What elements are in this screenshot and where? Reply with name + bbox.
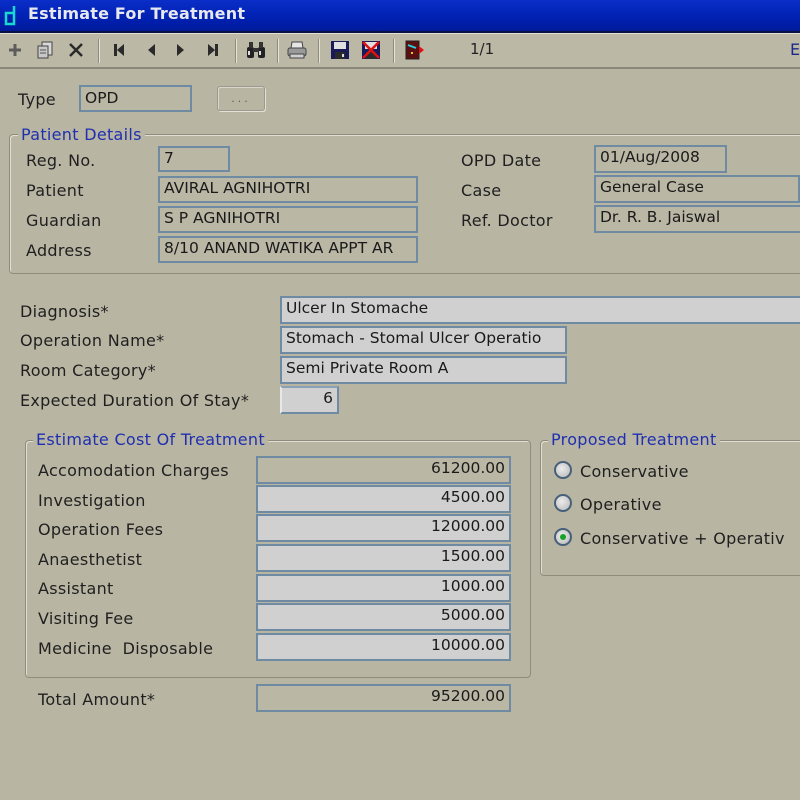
duration-field[interactable]: 6 [280, 386, 339, 414]
next-record-icon [177, 44, 184, 56]
exit-button[interactable] [403, 39, 425, 61]
guardian-label: Guardian [26, 211, 102, 230]
operation-name-field[interactable]: Stomach - Stomal Ulcer Operatio [280, 326, 567, 354]
add-button[interactable] [4, 39, 26, 61]
operation-fees-label: Operation Fees [38, 520, 164, 539]
diagnosis-field[interactable]: Ulcer In Stomache [280, 296, 800, 324]
title-bar: Estimate For Treatment [0, 0, 800, 33]
radio-operative-label[interactable]: Operative [580, 495, 662, 514]
find-button[interactable] [245, 39, 267, 61]
print-button[interactable] [286, 39, 308, 61]
case-label: Case [461, 181, 502, 200]
diagnosis-label: Diagnosis* [20, 302, 109, 321]
address-field[interactable]: 8/10 ANAND WATIKA APPT AR [158, 236, 418, 263]
save-button[interactable] [329, 39, 351, 61]
proposed-treatment-group [540, 440, 800, 576]
last-record-button[interactable] [202, 39, 224, 61]
total-amount-label: Total Amount* [38, 690, 156, 709]
plus-icon [9, 44, 21, 56]
proposed-treatment-title: Proposed Treatment [548, 430, 720, 449]
medicine-disposable-label: Medicine Disposable [38, 639, 214, 658]
type-field[interactable]: OPD [79, 85, 192, 112]
accomodation-label: Accomodation Charges [38, 461, 229, 480]
toolbar-separator [393, 39, 395, 63]
cancel-save-icon [362, 41, 380, 59]
next-record-button[interactable] [170, 39, 192, 61]
previous-record-icon [148, 44, 155, 56]
medicine-disposable-field[interactable]: 10000.00 [256, 633, 511, 661]
record-counter: 1/1 [470, 40, 495, 58]
operation-fees-field[interactable]: 12000.00 [256, 514, 511, 542]
anaesthetist-field[interactable]: 1500.00 [256, 544, 511, 572]
previous-record-button[interactable] [140, 39, 162, 61]
browse-button[interactable]: ... [217, 86, 265, 111]
ref-doctor-field[interactable]: Dr. R. B. Jaiswal [594, 205, 800, 233]
address-label: Address [26, 241, 92, 260]
toolbar-separator [235, 39, 237, 63]
exit-door-icon [405, 40, 424, 60]
anaesthetist-label: Anaesthetist [38, 550, 143, 569]
opd-date-field[interactable]: 01/Aug/2008 [594, 145, 727, 173]
guardian-field[interactable]: S P AGNIHOTRI [158, 206, 418, 233]
radio-conservative-operative-label[interactable]: Conservative + Operativ [580, 529, 785, 548]
toolbar-separator [318, 39, 320, 63]
printer-icon [287, 41, 307, 59]
total-amount-field[interactable]: 95200.00 [256, 684, 511, 712]
binoculars-icon [247, 42, 265, 58]
type-label: Type [18, 90, 56, 109]
visiting-fee-label: Visiting Fee [38, 609, 134, 628]
room-category-field[interactable]: Semi Private Room A [280, 356, 567, 384]
opd-date-label: OPD Date [461, 151, 542, 170]
last-record-icon [208, 44, 218, 56]
duration-label: Expected Duration Of Stay* [20, 391, 250, 410]
case-field[interactable]: General Case [594, 175, 800, 203]
radio-operative[interactable] [554, 494, 572, 512]
delete-button[interactable] [65, 39, 87, 61]
assistant-field[interactable]: 1000.00 [256, 574, 511, 602]
operation-name-label: Operation Name* [20, 331, 165, 350]
radio-conservative-label[interactable]: Conservative [580, 462, 689, 481]
accomodation-field[interactable]: 61200.00 [256, 456, 511, 484]
visiting-fee-field[interactable]: 5000.00 [256, 603, 511, 631]
ref-doctor-label: Ref. Doctor [461, 211, 553, 230]
investigation-field[interactable]: 4500.00 [256, 485, 511, 513]
copy-icon [37, 41, 53, 59]
reg-no-label: Reg. No. [26, 151, 96, 170]
toolbar [0, 33, 800, 69]
save-icon [331, 41, 349, 59]
first-record-button[interactable] [108, 39, 130, 61]
first-record-icon [114, 44, 124, 56]
estimate-cost-title: Estimate Cost Of Treatment [33, 430, 268, 449]
reg-no-field[interactable]: 7 [158, 146, 230, 172]
patient-details-title: Patient Details [18, 125, 145, 144]
investigation-label: Investigation [38, 491, 146, 510]
room-category-label: Room Category* [20, 361, 156, 380]
cancel-save-button[interactable] [360, 39, 382, 61]
radio-conservative[interactable] [554, 461, 572, 479]
copy-button[interactable] [34, 39, 56, 61]
toolbar-separator [277, 39, 279, 63]
radio-conservative-operative[interactable] [554, 528, 572, 546]
app-icon [4, 6, 16, 26]
window-title: Estimate For Treatment [28, 4, 246, 23]
patient-label: Patient [26, 181, 84, 200]
toolbar-truncated-label: E [790, 40, 800, 59]
toolbar-separator [98, 39, 100, 63]
close-icon [69, 43, 83, 57]
assistant-label: Assistant [38, 579, 114, 598]
patient-field[interactable]: AVIRAL AGNIHOTRI [158, 176, 418, 203]
